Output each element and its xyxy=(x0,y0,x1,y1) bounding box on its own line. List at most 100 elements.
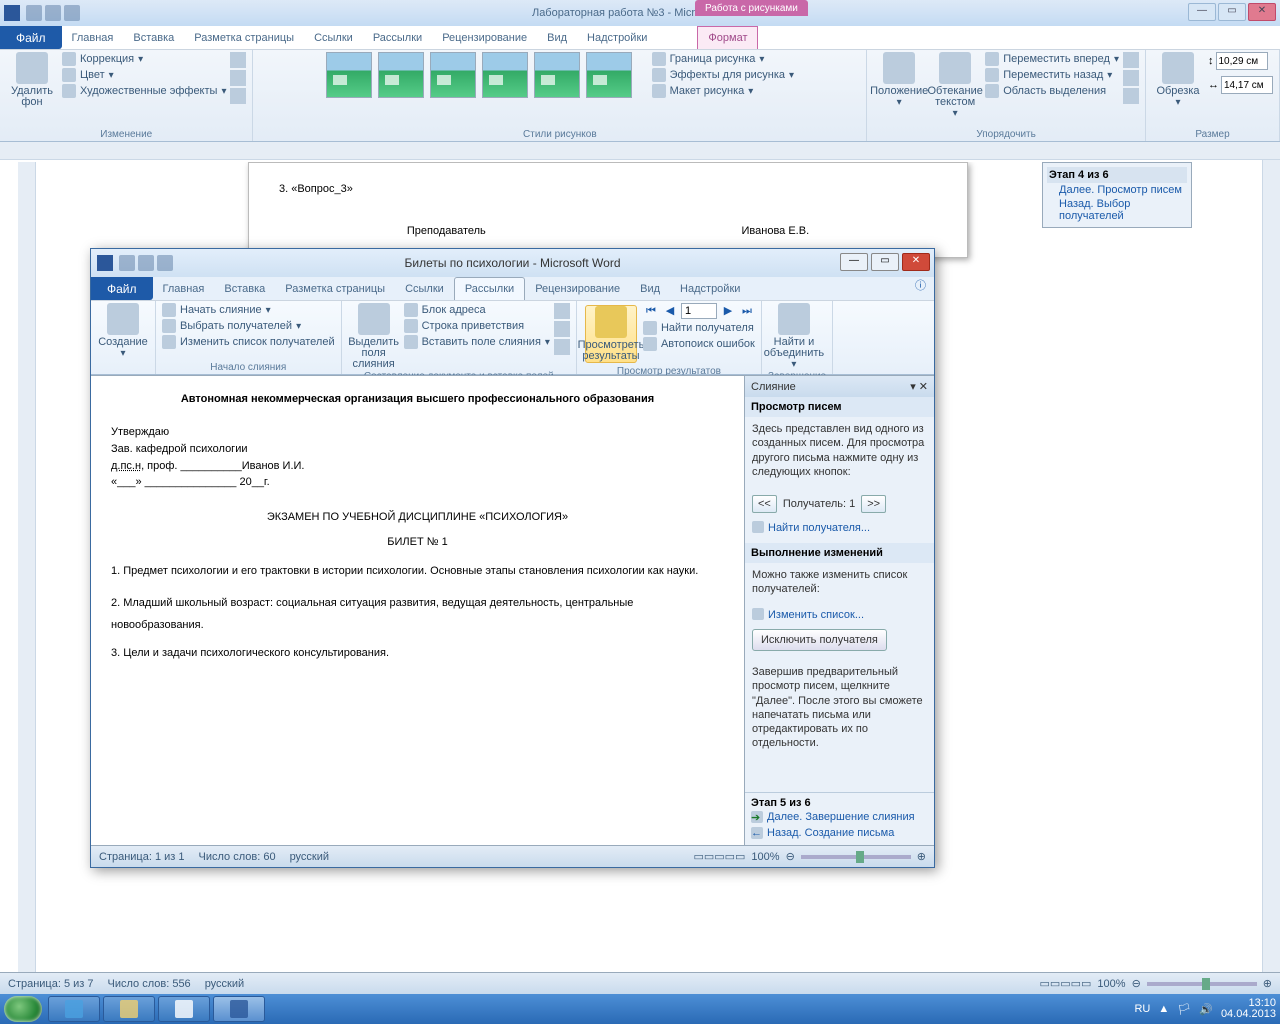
tab-addins[interactable]: Надстройки xyxy=(577,26,657,49)
inner-maximize-button[interactable]: ▭ xyxy=(871,253,899,271)
update-labels-icon[interactable] xyxy=(554,339,570,355)
close-button[interactable]: ✕ xyxy=(1248,3,1276,21)
picture-layout-button[interactable]: Макет рисунка ▾ xyxy=(652,84,794,98)
group-icon[interactable] xyxy=(1123,70,1139,86)
zoom-percent[interactable]: 100% xyxy=(1097,978,1125,990)
selection-pane-button[interactable]: Область выделения xyxy=(985,84,1119,98)
bg-next-link[interactable]: Далее. Просмотр писем xyxy=(1047,183,1187,197)
address-block-button[interactable]: Блок адреса xyxy=(404,303,550,317)
taskbar-app[interactable] xyxy=(158,996,210,1022)
save-icon[interactable] xyxy=(26,5,42,21)
minimize-button[interactable]: — xyxy=(1188,3,1216,21)
artistic-effects-button[interactable]: Художественные эффекты ▾ xyxy=(62,84,226,98)
find-recipient-link[interactable]: Найти получателя... xyxy=(752,519,927,537)
taskbar[interactable]: RU ▲ 🏳 🔊 13:1004.04.2013 xyxy=(0,994,1280,1024)
compress-icon[interactable] xyxy=(230,52,246,68)
edit-recipient-list-button[interactable]: Изменить список получателей xyxy=(162,335,335,349)
create-envelopes-button[interactable]: Создание▾ xyxy=(97,303,149,359)
vertical-scrollbar[interactable] xyxy=(1262,160,1280,1002)
inner-zoom-slider[interactable] xyxy=(801,855,911,859)
style-thumb[interactable] xyxy=(430,52,476,98)
position-button[interactable]: Положение▾ xyxy=(873,52,925,108)
inner-zoom-percent[interactable]: 100% xyxy=(751,851,779,863)
bg-back-link[interactable]: Назад. Выбор получателей xyxy=(1047,197,1187,223)
maximize-button[interactable]: ▭ xyxy=(1218,3,1246,21)
inner-zoom-in[interactable]: ⊕ xyxy=(917,850,926,863)
inner-tab-layout[interactable]: Разметка страницы xyxy=(275,277,395,300)
greeting-line-button[interactable]: Строка приветствия xyxy=(404,319,550,333)
redo-icon[interactable] xyxy=(157,255,173,271)
start-button[interactable] xyxy=(4,996,42,1022)
ruler-horizontal[interactable] xyxy=(0,142,1280,160)
undo-icon[interactable] xyxy=(45,5,61,21)
word-count[interactable]: Число слов: 556 xyxy=(108,978,191,990)
picture-border-button[interactable]: Граница рисунка ▾ xyxy=(652,52,794,66)
style-thumb[interactable] xyxy=(378,52,424,98)
picture-styles-gallery[interactable] xyxy=(326,52,632,98)
quick-access-toolbar[interactable] xyxy=(26,5,80,21)
inner-titlebar[interactable]: Билеты по психологии - Microsoft Word — … xyxy=(91,249,934,277)
inner-tab-mailings[interactable]: Рассылки xyxy=(454,277,525,300)
inner-view-buttons[interactable]: ▭▭▭▭▭ xyxy=(693,850,745,863)
next-recipient-button[interactable]: >> xyxy=(861,495,886,513)
tab-layout[interactable]: Разметка страницы xyxy=(184,26,304,49)
help-icon[interactable]: ⓘ xyxy=(907,277,934,300)
tray-network-icon[interactable]: 🏳 xyxy=(1177,1003,1191,1016)
change-picture-icon[interactable] xyxy=(230,70,246,86)
style-thumb[interactable] xyxy=(482,52,528,98)
inner-tab-home[interactable]: Главная xyxy=(153,277,215,300)
tab-insert[interactable]: Вставка xyxy=(123,26,184,49)
start-merge-button[interactable]: Начать слияние ▾ xyxy=(162,303,335,317)
next-step-link[interactable]: Далее. Завершение слияния xyxy=(751,809,928,825)
insert-merge-field-button[interactable]: Вставить поле слияния ▾ xyxy=(404,335,550,349)
bring-forward-button[interactable]: Переместить вперед ▾ xyxy=(985,52,1119,66)
view-buttons[interactable]: ▭▭▭▭▭ xyxy=(1039,977,1091,990)
highlight-fields-button[interactable]: Выделить поля слияния xyxy=(348,303,400,370)
inner-tab-references[interactable]: Ссылки xyxy=(395,277,454,300)
inner-minimize-button[interactable]: — xyxy=(840,253,868,271)
remove-background-button[interactable]: Удалить фон xyxy=(6,52,58,108)
finish-merge-button[interactable]: Найти и объединить▾ xyxy=(768,303,820,370)
rotate-icon[interactable] xyxy=(1123,88,1139,104)
inner-tab-addins[interactable]: Надстройки xyxy=(670,277,750,300)
rules-icon[interactable] xyxy=(554,303,570,319)
system-tray[interactable]: RU ▲ 🏳 🔊 13:1004.04.2013 xyxy=(1134,998,1276,1020)
record-navigator[interactable]: ⏮ ◀ ▶ ⏭ xyxy=(643,303,755,319)
exclude-recipient-button[interactable]: Исключить получателя xyxy=(752,629,887,651)
wrap-text-button[interactable]: Обтекание текстом▾ xyxy=(929,52,981,119)
next-record-button[interactable]: ▶ xyxy=(720,303,736,319)
height-input[interactable]: ↕ xyxy=(1208,52,1273,70)
prev-record-button[interactable]: ◀ xyxy=(662,303,678,319)
inner-tab-review[interactable]: Рецензирование xyxy=(525,277,630,300)
preview-results-button[interactable]: Просмотреть результаты xyxy=(585,305,637,363)
first-record-button[interactable]: ⏮ xyxy=(643,303,659,319)
align-icon[interactable] xyxy=(1123,52,1139,68)
inner-word-count[interactable]: Число слов: 60 xyxy=(199,851,276,863)
style-thumb[interactable] xyxy=(586,52,632,98)
last-record-button[interactable]: ⏭ xyxy=(739,303,755,319)
match-fields-icon[interactable] xyxy=(554,321,570,337)
zoom-out-button[interactable]: ⊖ xyxy=(1132,977,1141,990)
inner-close-button[interactable]: ✕ xyxy=(902,253,930,271)
inner-file-tab[interactable]: Файл xyxy=(91,277,153,300)
taskbar-word[interactable] xyxy=(213,996,265,1022)
pane-close-icon[interactable]: ▾ ✕ xyxy=(910,380,928,393)
zoom-slider[interactable] xyxy=(1147,982,1257,986)
tab-mailings[interactable]: Рассылки xyxy=(363,26,432,49)
tray-volume-icon[interactable]: 🔊 xyxy=(1199,1003,1213,1016)
tray-flag-icon[interactable]: ▲ xyxy=(1158,1003,1169,1015)
width-input[interactable]: ↔ xyxy=(1208,76,1273,94)
prev-recipient-button[interactable]: << xyxy=(752,495,777,513)
reset-picture-icon[interactable] xyxy=(230,88,246,104)
inner-document[interactable]: Автономная некоммерческая организация вы… xyxy=(91,376,744,845)
edit-list-link[interactable]: Изменить список... xyxy=(752,606,927,624)
tab-review[interactable]: Рецензирование xyxy=(432,26,537,49)
zoom-in-button[interactable]: ⊕ xyxy=(1263,977,1272,990)
auto-check-errors-button[interactable]: Автопоиск ошибок xyxy=(643,337,755,351)
taskbar-ie[interactable] xyxy=(48,996,100,1022)
inner-tab-insert[interactable]: Вставка xyxy=(214,277,275,300)
taskbar-explorer[interactable] xyxy=(103,996,155,1022)
pane-title[interactable]: Слияние▾ ✕ xyxy=(745,376,934,397)
language-indicator[interactable]: русский xyxy=(205,978,244,990)
ruler-vertical[interactable] xyxy=(18,162,36,1002)
